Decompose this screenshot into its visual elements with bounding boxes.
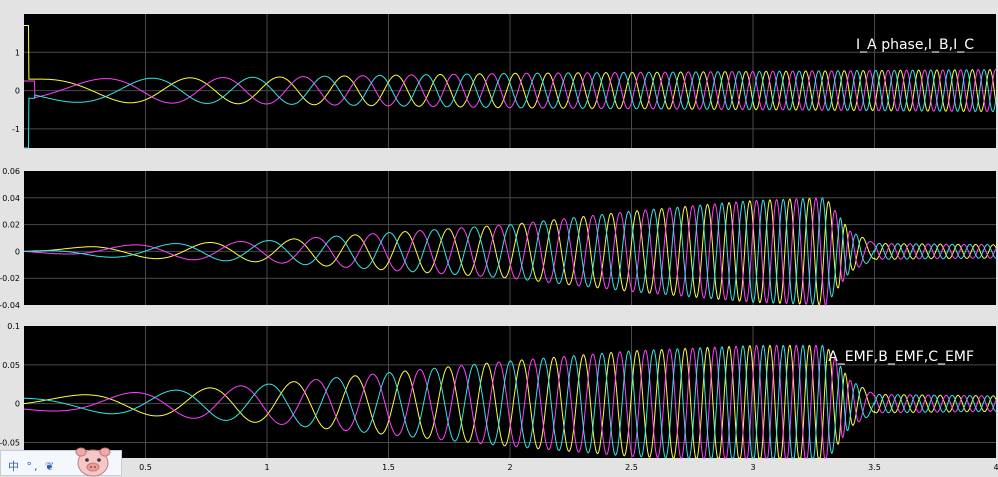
x-tick-label: 3 [750,463,755,472]
y-tick-label: 0.02 [2,221,20,230]
x-tick-label: 0.5 [139,463,152,472]
plot-title-3: A_EMF,B_EMF,C_EMF [828,349,974,365]
x-tick-label: 4 [993,463,998,472]
y-tick-label: -1 [12,125,20,134]
x-tick-label: 3.5 [868,463,881,472]
y-tick-label: -0.02 [0,274,20,283]
plot-title-1: I_A phase,I_B,I_C [856,37,974,53]
y-tick-label: 1 [15,48,20,57]
ime-toolbar[interactable]: 中 °, ❦ [0,447,122,477]
x-tick-label: 2 [507,463,512,472]
ime-toolbar-text[interactable]: 中 °, ❦ [8,458,56,474]
x-tick-label: 1.5 [382,463,395,472]
y-tick-label: 0 [15,247,20,256]
y-tick-label: -0.05 [0,438,20,447]
y-tick-label: 0 [15,400,20,409]
y-tick-label: 0 [15,87,20,96]
y-tick-label: -0.04 [0,301,20,310]
x-tick-label: 1 [264,463,269,472]
pig-mascot-icon [75,447,111,477]
x-tick-label: 2.5 [625,463,638,472]
y-tick-label: 0.04 [2,194,20,203]
y-tick-label: 0.05 [2,361,20,370]
y-tick-label: 0.06 [2,167,20,176]
y-tick-label: 0.1 [7,322,20,331]
scope-figure: -1 0 1 I_A phase,I_B,I_C -0.04 -0.02 0 0.02 0.04… [0,14,998,472]
